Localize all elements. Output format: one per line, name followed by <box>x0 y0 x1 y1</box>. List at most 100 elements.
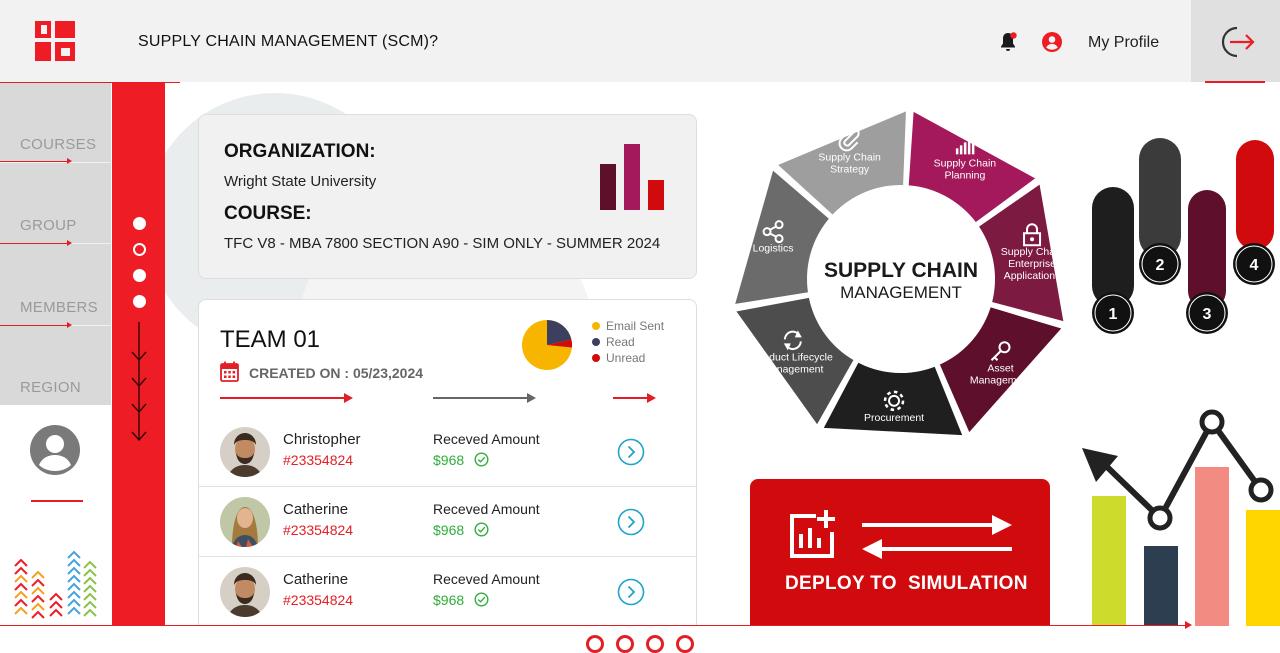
chevron-right-icon[interactable] <box>617 438 645 466</box>
pagination-dot[interactable] <box>646 635 664 653</box>
member-name: Catherine <box>283 501 349 518</box>
wheel-segment-label: Management <box>970 374 1031 386</box>
divider-arrow <box>220 393 353 403</box>
sidebar-item-group[interactable]: GROUP <box>0 164 111 246</box>
legend-label: Email Sent <box>606 319 665 333</box>
sidebar-arrow <box>0 158 72 164</box>
member-name: Catherine <box>283 571 349 588</box>
chevron-right-icon[interactable] <box>617 578 645 606</box>
decorative-chevrons-icon <box>14 550 97 619</box>
legend-swatch <box>592 354 600 362</box>
sidebar-item-courses[interactable]: COURSES <box>0 83 111 164</box>
legend-item: Email Sent <box>592 319 664 333</box>
step-number: 1 <box>1109 306 1118 323</box>
organization-card: ORGANIZATION: Wright State University CO… <box>198 114 697 279</box>
sidebar-item-label: MEMBERS <box>20 299 98 316</box>
deploy-label: DEPLOY TO SIMULATION <box>785 573 1028 594</box>
header: SUPPLY CHAIN MANAGEMENT (SCM)? My Profil… <box>0 0 1280 82</box>
amount-value: $968 <box>433 452 465 468</box>
team-member-row[interactable]: Christopher #23354824 Receved Amount $96… <box>199 417 696 487</box>
amount-label: Receved Amount <box>433 431 540 447</box>
sidebar-arrow <box>0 240 72 246</box>
wheel-segment-label: Logistics <box>753 243 794 255</box>
amount-label: Receved Amount <box>433 571 540 587</box>
footer-divider <box>0 621 1192 629</box>
swap-arrows-icon <box>862 515 1012 559</box>
sidebar-item-members[interactable]: MEMBERS <box>0 246 111 328</box>
step-number: 3 <box>1203 306 1212 323</box>
organization-heading: ORGANIZATION: <box>224 141 376 162</box>
legend-item: Read <box>592 335 635 349</box>
deploy-to-simulation-button[interactable]: DEPLOY TO SIMULATION <box>750 479 1050 626</box>
course-value: TFC V8 - MBA 7800 SECTION A90 - SIM ONLY… <box>224 235 661 252</box>
member-avatar <box>220 497 270 547</box>
wheel-segment-label: Product Lifecycle <box>753 351 833 363</box>
email-status-pie-chart <box>522 320 573 370</box>
step-number: 2 <box>1156 257 1165 274</box>
step-dot[interactable] <box>133 295 146 308</box>
check-circle-icon <box>474 452 489 467</box>
wheel-center-subtitle: MANAGEMENT <box>840 283 962 302</box>
step-dot[interactable] <box>133 217 146 230</box>
user-icon[interactable] <box>1041 31 1063 53</box>
calendar-icon <box>220 361 239 382</box>
legend-swatch <box>592 338 600 346</box>
amount-value: $968 <box>433 592 465 608</box>
sidebar-item-label: REGION <box>20 379 81 396</box>
wheel-segment-label: Supply Chain <box>934 157 997 169</box>
step-number: 4 <box>1250 257 1259 274</box>
divider-arrow <box>433 393 536 403</box>
chevron-right-icon[interactable] <box>617 508 645 536</box>
step-dot[interactable] <box>133 243 146 256</box>
pagination-dot[interactable] <box>586 635 604 653</box>
wheel-segment-label: Supply Chain <box>1001 246 1064 258</box>
pagination-dot[interactable] <box>616 635 634 653</box>
down-arrows-icon <box>131 322 147 442</box>
sidebar-item-label: GROUP <box>20 217 77 234</box>
avatar-underline <box>31 500 83 502</box>
wheel-segment-label: Asset <box>987 362 1013 374</box>
steps-pillars-graphic: 1 2 3 4 <box>1092 138 1275 334</box>
member-id: #23354824 <box>283 592 354 608</box>
team-card: TEAM 01 CREATED ON : 05/23,2024 Email Se… <box>198 299 697 626</box>
organization-value: Wright State University <box>224 173 377 190</box>
scm-wheel-diagram: Supply ChainPlanningSupply ChainEnterpri… <box>731 107 1067 439</box>
team-title: TEAM 01 <box>220 326 321 353</box>
member-name: Christopher <box>283 431 361 448</box>
app-logo[interactable] <box>35 21 75 61</box>
user-avatar-icon[interactable] <box>30 425 80 475</box>
step-dot[interactable] <box>133 269 146 282</box>
legend-swatch <box>592 322 600 330</box>
member-avatar <box>220 567 270 617</box>
notification-bell-icon[interactable] <box>996 30 1020 54</box>
add-chart-icon <box>790 510 835 558</box>
check-circle-icon <box>474 592 489 607</box>
course-heading: COURSE: <box>224 203 312 224</box>
sidebar-item-label: COURSES <box>20 136 97 153</box>
my-profile-link[interactable]: My Profile <box>1088 34 1159 52</box>
legend-label: Read <box>606 335 635 349</box>
amount-label: Receved Amount <box>433 501 540 517</box>
team-member-row[interactable]: Catherine #23354824 Receved Amount $968 <box>199 487 696 557</box>
growth-chart-graphic <box>1082 409 1280 626</box>
check-circle-icon <box>474 522 489 537</box>
pagination-dot[interactable] <box>676 635 694 653</box>
wheel-segment-label: Enterprise <box>1008 258 1056 270</box>
wheel-segment-label: Procurement <box>864 412 924 424</box>
sidebar-item-region[interactable]: REGION <box>0 328 111 408</box>
amount-value: $968 <box>433 522 465 538</box>
created-date: CREATED ON : 05/23,2024 <box>249 365 424 381</box>
page-title: SUPPLY CHAIN MANAGEMENT (SCM)? <box>138 33 439 50</box>
member-id: #23354824 <box>283 452 354 468</box>
team-member-row[interactable]: Catherine #23354824 Receved Amount $968 <box>199 557 696 625</box>
wheel-segment-label: Supply Chain <box>818 151 881 163</box>
wheel-segment-label: Strategy <box>830 163 870 175</box>
divider-arrow <box>613 393 656 403</box>
sidebar: COURSES GROUP MEMBERS REGION <box>0 83 111 405</box>
member-id: #23354824 <box>283 522 354 538</box>
bar-chart-icon <box>600 144 664 210</box>
wheel-center-title: SUPPLY CHAIN <box>824 259 978 282</box>
logout-icon[interactable] <box>1218 25 1256 59</box>
wheel-segment-label: Management <box>762 363 823 375</box>
sidebar-arrow <box>0 322 72 328</box>
